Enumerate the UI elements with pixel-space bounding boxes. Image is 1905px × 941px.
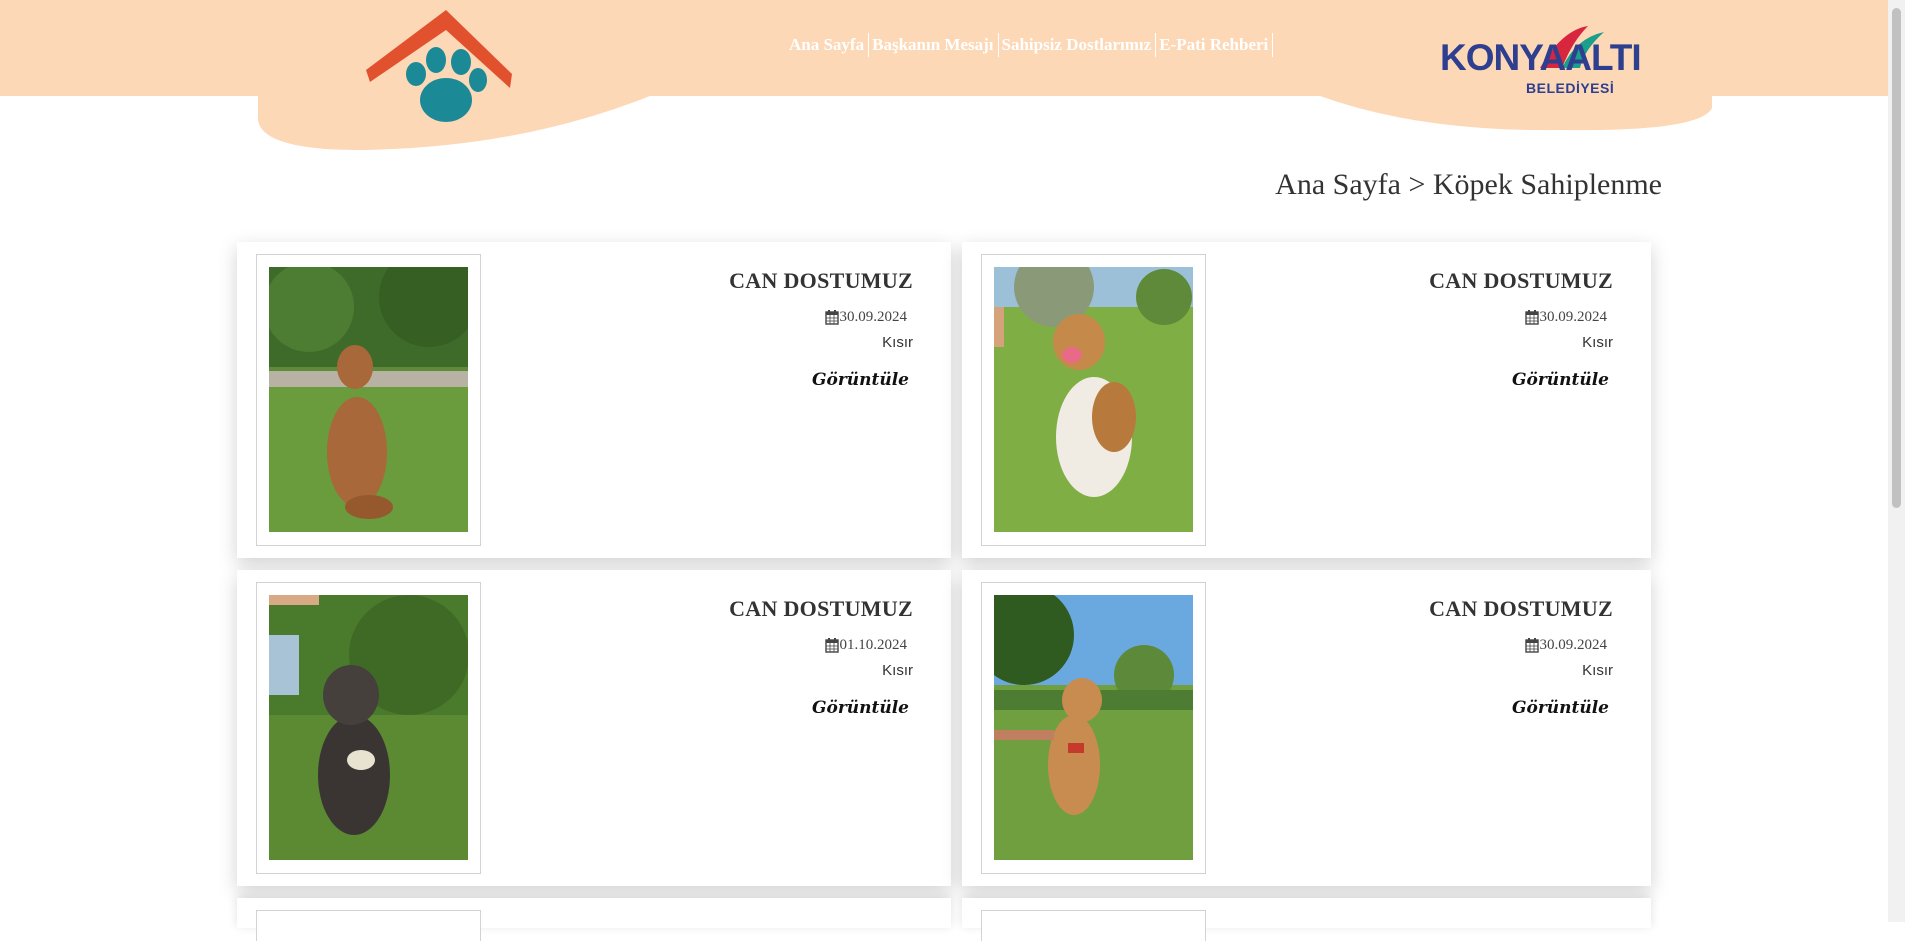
- dog-photo-frame: [981, 910, 1206, 941]
- calendar-icon: [1524, 310, 1539, 325]
- view-button[interactable]: Görüntüle: [812, 698, 913, 718]
- dog-info: CAN DOSTUMUZ 30.09.2024 Kısır Görüntüle: [1429, 596, 1613, 718]
- nav-e-pati-guide[interactable]: E-Pati Rehberi: [1156, 33, 1274, 57]
- brand-subtitle: BELEDİYESİ: [1526, 80, 1615, 96]
- dog-card: CAN DOSTUMUZ 30.09.2024 Kısır Görüntüle: [962, 570, 1651, 886]
- dog-card: CAN DOSTUMUZ 01.10.2024 Kısır Görüntüle: [237, 570, 951, 886]
- dog-date-text: 30.09.2024: [839, 309, 908, 325]
- dog-info: CAN DOSTUMUZ 30.09.2024 Kısır Görüntüle: [1429, 268, 1613, 390]
- scrollbar-thumb[interactable]: [1892, 8, 1901, 508]
- dog-card: CAN DOSTUMUZ 30.09.2024 Kısır Görüntüle: [237, 242, 951, 558]
- dog-title: CAN DOSTUMUZ: [729, 268, 913, 293]
- dog-date: 30.09.2024: [1429, 637, 1613, 654]
- dog-info: CAN DOSTUMUZ 01.10.2024 Kısır Görüntüle: [729, 596, 913, 718]
- dog-photo-frame: [256, 582, 481, 874]
- dog-status: Kısır: [882, 334, 913, 351]
- brand-name: KONYAALTI: [1440, 37, 1642, 78]
- nav-stray-friends[interactable]: Sahipsiz Dostlarımız: [999, 33, 1157, 57]
- main-nav: Ana Sayfa Başkanın Mesajı Sahipsiz Dostl…: [786, 32, 1274, 58]
- view-button[interactable]: Görüntüle: [1512, 370, 1613, 390]
- dog-photo[interactable]: [994, 595, 1193, 860]
- site-logo-paw-house[interactable]: [364, 8, 514, 138]
- dog-title: CAN DOSTUMUZ: [1429, 268, 1613, 293]
- dog-date: 30.09.2024: [1429, 309, 1613, 326]
- page-scrollbar[interactable]: [1888, 0, 1905, 922]
- dog-title: CAN DOSTUMUZ: [1429, 596, 1613, 621]
- dog-date-text: 01.10.2024: [839, 637, 908, 653]
- dog-card-partial: [237, 898, 951, 941]
- calendar-icon: [824, 638, 839, 653]
- dog-title: CAN DOSTUMUZ: [729, 596, 913, 621]
- dog-photo-frame: [981, 582, 1206, 874]
- dog-status: Kısır: [1582, 662, 1613, 679]
- dog-photo-frame: [256, 254, 481, 546]
- calendar-icon: [824, 310, 839, 325]
- dog-card-partial: [962, 898, 1651, 941]
- breadcrumb: Ana Sayfa > Köpek Sahiplenme: [1275, 168, 1662, 201]
- dog-date-text: 30.09.2024: [1539, 637, 1608, 653]
- dog-photo-frame: [256, 910, 481, 941]
- dog-info: CAN DOSTUMUZ 30.09.2024 Kısır Görüntüle: [729, 268, 913, 390]
- dog-status: Kısır: [882, 662, 913, 679]
- dog-date: 30.09.2024: [729, 309, 913, 326]
- dog-card: CAN DOSTUMUZ 30.09.2024 Kısır Görüntüle: [962, 242, 1651, 558]
- calendar-icon: [1524, 638, 1539, 653]
- view-button[interactable]: Görüntüle: [1512, 698, 1613, 718]
- nav-home[interactable]: Ana Sayfa: [786, 33, 870, 57]
- municipality-logo[interactable]: KONYAALTI BELEDİYESİ: [1440, 24, 1660, 104]
- dog-photo-frame: [981, 254, 1206, 546]
- dog-status: Kısır: [1582, 334, 1613, 351]
- dog-date: 01.10.2024: [729, 637, 913, 654]
- dog-date-text: 30.09.2024: [1539, 309, 1608, 325]
- nav-mayor-message[interactable]: Başkanın Mesajı: [869, 33, 999, 57]
- dog-list: CAN DOSTUMUZ 30.09.2024 Kısır Görüntüle: [237, 242, 1662, 941]
- dog-photo[interactable]: [269, 267, 468, 532]
- dog-photo[interactable]: [269, 595, 468, 860]
- view-button[interactable]: Görüntüle: [812, 370, 913, 390]
- dog-photo[interactable]: [994, 267, 1193, 532]
